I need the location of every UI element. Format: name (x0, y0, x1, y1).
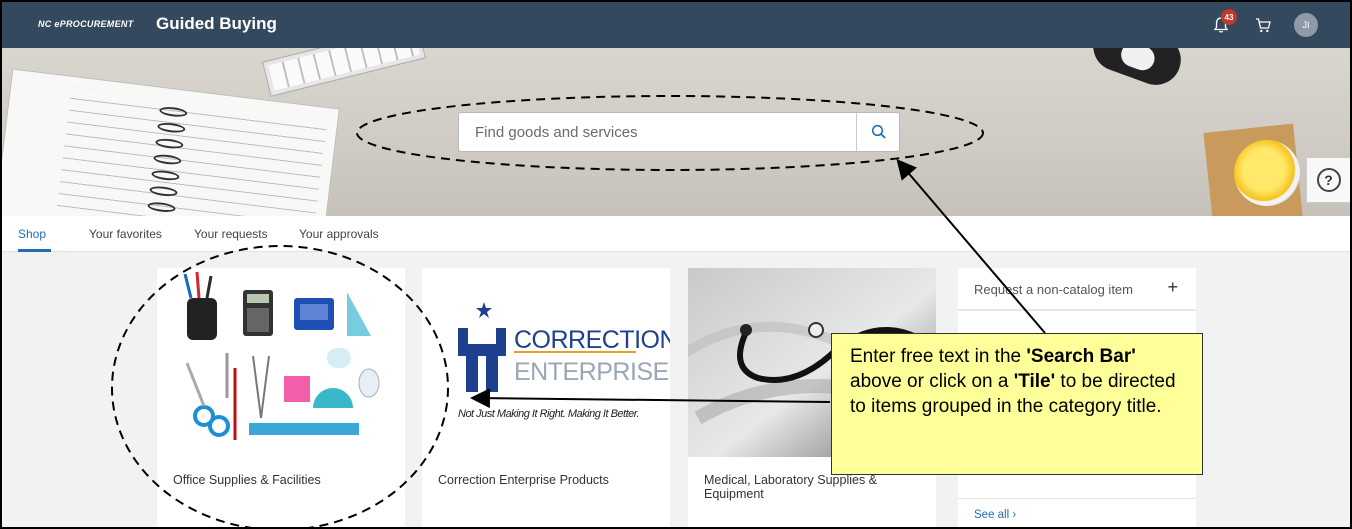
callout-text-2: above or click on a (850, 371, 1014, 392)
user-avatar[interactable]: JI (1294, 13, 1318, 37)
see-all-label: See all (974, 509, 1010, 521)
active-tab-indicator (18, 249, 51, 252)
search-bar (458, 112, 900, 152)
search-button[interactable] (856, 113, 900, 151)
instruction-callout: Enter free text in the 'Search Bar' abov… (831, 333, 1203, 475)
tab-your-requests[interactable]: Your requests (194, 227, 268, 241)
tile-label: Correction Enterprise Products (438, 473, 609, 487)
tab-your-favorites[interactable]: Your favorites (89, 227, 162, 241)
tile-label: Office Supplies & Facilities (173, 473, 321, 487)
logo-tagline: Not Just Making It Right. Making It Bett… (458, 408, 640, 420)
callout-text-1: Enter free text in the (850, 346, 1027, 367)
app-title: Guided Buying (156, 14, 277, 33)
side-item-label: Request a non-catalog item (974, 282, 1133, 297)
callout-search-bar-term: 'Search Bar' (1026, 346, 1136, 367)
brand-logo-text: NC ePROCUREMENT (38, 19, 134, 29)
help-icon: ? (1316, 168, 1341, 192)
tab-your-approvals[interactable]: Your approvals (299, 227, 379, 241)
logo-line-1: CORRECTION (514, 326, 670, 354)
keyboard-illustration (262, 48, 426, 97)
search-input[interactable] (459, 113, 857, 151)
hero-banner: ? (2, 48, 1350, 216)
search-icon (871, 124, 886, 139)
cart-icon[interactable] (1252, 14, 1274, 36)
tile-office-supplies[interactable]: Office Supplies & Facilities (157, 268, 405, 527)
notification-count-badge: 43 (1221, 9, 1237, 25)
tile-label: Medical, Laboratory Supplies & Equipment (704, 473, 878, 501)
screenshot-frame: NC ePROCUREMENT Guided Buying 43 JI Find… (2, 2, 1350, 527)
tab-shop[interactable]: Shop (18, 227, 46, 241)
juice-glass-illustration (1234, 140, 1300, 206)
help-button[interactable]: ? (1306, 157, 1350, 203)
plus-icon: + (1167, 277, 1178, 297)
office-supplies-image (157, 268, 405, 457)
tile-correction-enterprise[interactable]: CORRECTION ENTERPRISES Not Just Making I… (422, 268, 670, 527)
tab-bar: Shop Your favorites Your requests Your a… (2, 216, 1350, 252)
device-illustration (1086, 48, 1188, 92)
request-non-catalog-item[interactable]: Request a non-catalog item + (958, 268, 1196, 310)
callout-tile-term: 'Tile' (1013, 371, 1056, 392)
top-bar: NC ePROCUREMENT Guided Buying 43 JI (2, 2, 1350, 48)
logo-line-2: ENTERPRISES (514, 358, 670, 386)
see-all-link[interactable]: See all › (974, 509, 1016, 521)
correction-enterprises-logo: CORRECTION ENTERPRISES Not Just Making I… (422, 268, 670, 457)
